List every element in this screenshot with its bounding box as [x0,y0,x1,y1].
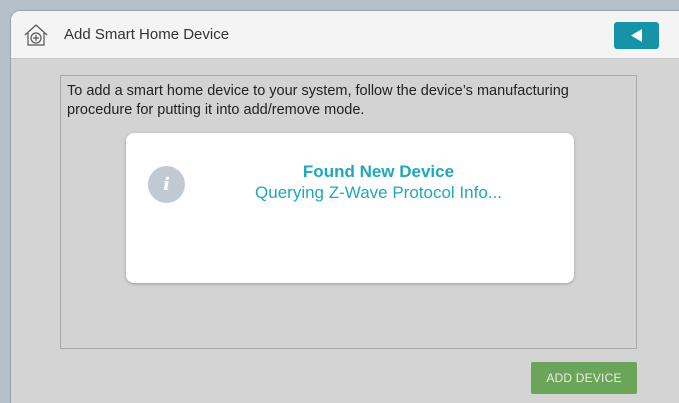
app-window: Add Smart Home Device To add a smart hom… [10,10,679,403]
status-dialog: i Found New Device Querying Z-Wave Proto… [126,133,574,283]
add-device-button[interactable]: ADD DEVICE [531,362,637,394]
info-icon: i [148,166,185,203]
back-arrow-icon [631,29,642,42]
dialog-title: Found New Device [302,162,455,181]
dialog-status: Querying Z-Wave Protocol Info... [255,183,502,202]
instructions-text: To add a smart home device to your syste… [67,83,569,118]
page-title: Add Smart Home Device [64,26,230,43]
home-plus-icon [23,22,49,48]
header-bar: Add Smart Home Device [11,11,679,59]
back-button[interactable] [614,22,659,49]
